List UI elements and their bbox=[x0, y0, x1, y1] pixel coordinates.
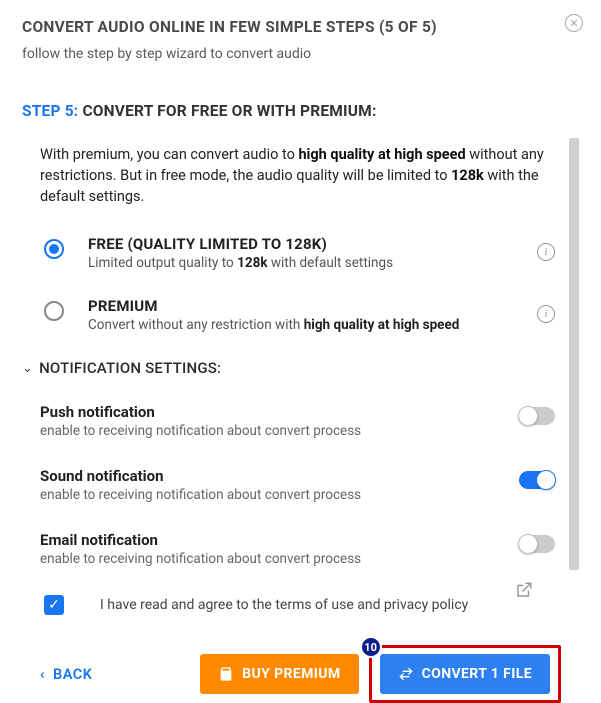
notif-push-title: Push notification bbox=[40, 403, 555, 421]
option-premium[interactable]: PREMIUM Convert without any restriction … bbox=[44, 297, 555, 333]
buy-premium-button[interactable]: BUY PREMIUM bbox=[200, 654, 358, 694]
step-badge: 10 bbox=[360, 636, 382, 658]
agree-checkbox[interactable]: ✓ bbox=[44, 595, 64, 615]
toggle-email[interactable] bbox=[519, 535, 555, 553]
buy-premium-label: BUY PREMIUM bbox=[242, 666, 340, 682]
convert-label: CONVERT 1 FILE bbox=[422, 666, 532, 682]
notif-sound: Sound notification enable to receiving n… bbox=[40, 467, 555, 503]
radio-free[interactable] bbox=[44, 239, 64, 259]
shopping-bag-icon bbox=[218, 666, 234, 682]
notif-email-title: Email notification bbox=[40, 531, 555, 549]
notification-settings-toggle[interactable]: ⌄ NOTIFICATION SETTINGS: bbox=[22, 359, 555, 377]
option-premium-sub: Convert without any restriction with hig… bbox=[88, 317, 555, 333]
convert-highlight: 10 CONVERT 1 FILE bbox=[369, 645, 561, 703]
page-subtitle: follow the step by step wizard to conver… bbox=[22, 46, 579, 62]
info-icon[interactable]: i bbox=[537, 243, 555, 261]
option-premium-title: PREMIUM bbox=[88, 297, 555, 315]
agree-text: I have read and agree to the terms of us… bbox=[100, 597, 468, 613]
toggle-sound[interactable] bbox=[519, 471, 555, 489]
step-heading: STEP 5: CONVERT FOR FREE OR WITH PREMIUM… bbox=[22, 102, 579, 120]
close-icon[interactable]: ✕ bbox=[565, 14, 583, 32]
toggle-push[interactable] bbox=[519, 407, 555, 425]
notif-email-sub: enable to receiving notification about c… bbox=[40, 551, 555, 567]
radio-premium[interactable] bbox=[44, 301, 64, 321]
info-icon[interactable]: i bbox=[537, 305, 555, 323]
notif-email: Email notification enable to receiving n… bbox=[40, 531, 555, 567]
swap-icon bbox=[398, 666, 414, 682]
convert-button[interactable]: CONVERT 1 FILE bbox=[380, 654, 550, 694]
option-free[interactable]: FREE (QUALITY LIMITED TO 128K) Limited o… bbox=[44, 235, 555, 271]
step-label: CONVERT FOR FREE OR WITH PREMIUM: bbox=[82, 102, 376, 120]
notification-heading: NOTIFICATION SETTINGS: bbox=[39, 359, 221, 377]
chevron-down-icon: ⌄ bbox=[22, 361, 33, 376]
notif-push: Push notification enable to receiving no… bbox=[40, 403, 555, 439]
external-link-icon[interactable] bbox=[515, 581, 533, 599]
notif-sound-title: Sound notification bbox=[40, 467, 555, 485]
chevron-left-icon: ‹ bbox=[40, 666, 45, 683]
back-label: BACK bbox=[53, 666, 92, 683]
option-free-title: FREE (QUALITY LIMITED TO 128K) bbox=[88, 235, 555, 253]
notif-sound-sub: enable to receiving notification about c… bbox=[40, 487, 555, 503]
premium-description: With premium, you can convert audio to h… bbox=[22, 132, 555, 207]
back-button[interactable]: ‹ BACK bbox=[40, 666, 92, 683]
step-number: STEP 5: bbox=[22, 102, 78, 120]
scrollbar[interactable] bbox=[569, 138, 579, 570]
notif-push-sub: enable to receiving notification about c… bbox=[40, 423, 555, 439]
page-title: CONVERT AUDIO ONLINE IN FEW SIMPLE STEPS… bbox=[22, 18, 579, 36]
option-free-sub: Limited output quality to 128k with defa… bbox=[88, 255, 555, 271]
